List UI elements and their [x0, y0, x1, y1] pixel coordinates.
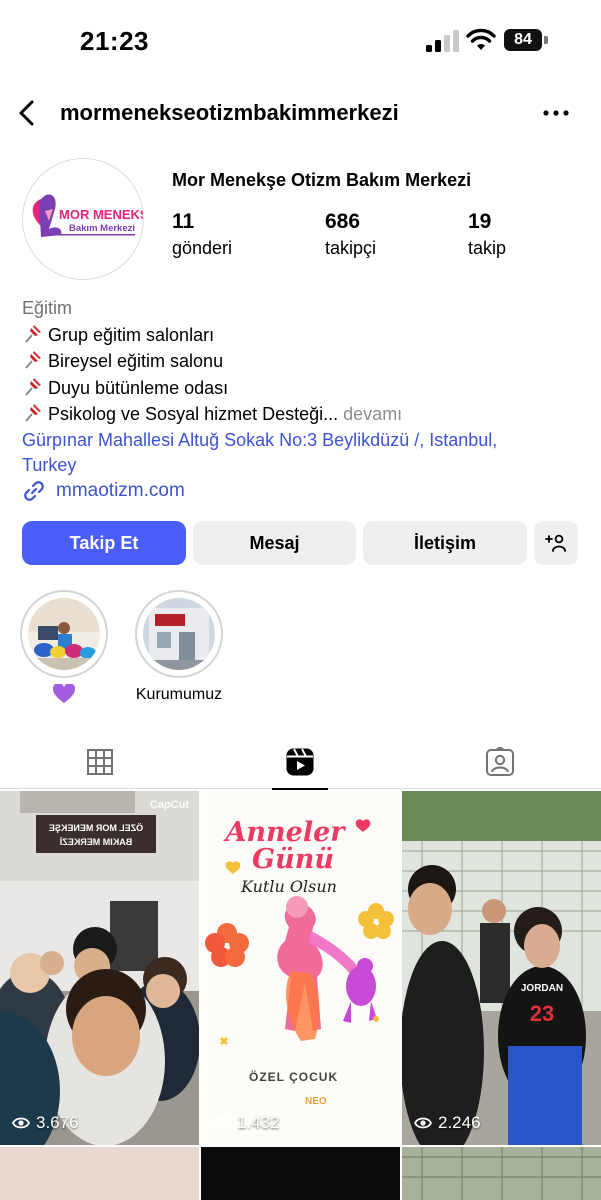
logo-subtitle: Bakım Merkezi: [69, 223, 135, 234]
posts-count: 11: [172, 210, 195, 233]
website-text: mmaotizm.com: [56, 480, 185, 501]
header-username: mormenekseotizmbakimmerkezi: [60, 100, 399, 125]
svg-text:BAKIM MERKEZİ: BAKIM MERKEZİ: [60, 837, 133, 847]
followers-count: 686: [325, 210, 361, 233]
pushpin-icon: [25, 404, 41, 422]
status-bar: 21:23 84: [0, 0, 601, 80]
follow-button[interactable]: Takip Et: [22, 521, 186, 565]
stat-followers[interactable]: 686 takipçi: [325, 210, 376, 259]
svg-text:23: 23: [530, 1001, 554, 1026]
tab-tagged[interactable]: [400, 735, 600, 789]
reel-view-count: 1.432: [213, 1113, 280, 1133]
reel-photo: ÖZEL MOR MENEKŞE BAKIM MERKEZİ: [0, 791, 199, 1145]
svg-text:NEO: NEO: [305, 1096, 327, 1107]
battery-icon: 84: [504, 29, 548, 51]
suggest-user-button[interactable]: [534, 521, 578, 565]
profile-full-name: Mor Menekşe Otizm Bakım Merkezi: [172, 170, 472, 190]
reel-view-count: 2.246: [414, 1113, 481, 1133]
add-user-icon: [545, 534, 566, 552]
link-icon: [24, 481, 44, 501]
highlight-photo: [28, 598, 100, 670]
capcut-watermark: CapCut: [149, 799, 189, 811]
battery-level: 84: [504, 29, 542, 51]
address-link-line2[interactable]: Turkey: [22, 453, 582, 479]
highlight-item[interactable]: Kurumumuz: [131, 590, 227, 704]
bio-line: Grup eğitim salonları: [22, 322, 582, 349]
highlight-item[interactable]: [16, 590, 112, 709]
reel-thumbnail[interactable]: Anneler Günü Kutlu Olsun ÖZEL ÇOCUK NEO: [201, 791, 400, 1145]
bio-line: Bireysel eğitim salonu: [22, 348, 582, 375]
highlight-photo: [143, 598, 215, 670]
reel-thumbnail[interactable]: JORDAN 23 2.246: [402, 791, 601, 1145]
tab-grid[interactable]: [0, 735, 200, 789]
svg-text:ÖZEL ÇOCUK: ÖZEL ÇOCUK: [249, 1069, 338, 1084]
profile-bio: Eğitim Grup eğitim salonları Bireysel eğ…: [22, 296, 582, 479]
reel-photo: [402, 1147, 601, 1200]
pushpin-icon: [25, 324, 41, 343]
contact-button[interactable]: İletişim: [363, 521, 527, 565]
reels-icon: [286, 748, 314, 776]
views-play-icon: [12, 1117, 30, 1129]
followers-label: takipçi: [325, 238, 377, 258]
svg-text:Günü: Günü: [252, 844, 334, 875]
bio-more-link[interactable]: devamı: [343, 404, 402, 424]
stat-posts[interactable]: 11 gönderi: [172, 210, 232, 259]
purple-heart-icon: [53, 684, 75, 703]
tagged-icon: [486, 747, 514, 776]
reel-thumbnail[interactable]: [201, 1147, 400, 1200]
grid-icon: [87, 749, 113, 775]
pushpin-icon: [25, 351, 41, 369]
reel-thumbnail[interactable]: [0, 1147, 199, 1200]
views-play-icon: [213, 1117, 231, 1129]
message-button[interactable]: Mesaj: [193, 521, 356, 565]
posts-label: gönderi: [172, 238, 233, 258]
bio-line: Psikolog ve Sosyal hizmet Desteği... dev…: [22, 401, 582, 428]
reel-photo: JORDAN 23: [402, 791, 601, 1145]
reel-photo: Anneler Günü Kutlu Olsun ÖZEL ÇOCUK NEO: [201, 791, 400, 1145]
cellular-signal-icon: [426, 30, 459, 52]
highlight-cover: [135, 590, 223, 678]
highlight-label: Kurumumuz: [135, 686, 223, 703]
wifi-icon: [466, 28, 496, 50]
status-time: 21:23: [80, 26, 149, 56]
profile-avatar[interactable]: MOR MENEKŞE Bakım Merkezi: [22, 158, 144, 280]
tab-reels[interactable]: [200, 735, 400, 790]
reel-view-count: 3.676: [12, 1113, 79, 1133]
svg-text:JORDAN: JORDAN: [521, 983, 563, 994]
profile-category: Eğitim: [22, 298, 73, 318]
profile-header: mormenekseotizmbakimmerkezi: [0, 90, 601, 136]
bio-line: Duyu bütünleme odası: [22, 375, 582, 402]
following-count: 19: [468, 210, 492, 233]
pushpin-icon: [25, 377, 41, 396]
back-arrow-icon[interactable]: [14, 98, 42, 128]
stat-following[interactable]: 19 takip: [468, 210, 506, 259]
views-play-icon: [414, 1117, 432, 1129]
profile-tabs: [0, 735, 601, 790]
logo-title: MOR MENEKŞE: [59, 207, 144, 222]
reel-thumbnail[interactable]: [402, 1147, 601, 1200]
svg-text:ÖZEL MOR MENEKŞE: ÖZEL MOR MENEKŞE: [49, 823, 143, 833]
following-label: takip: [468, 238, 507, 258]
website-link[interactable]: mmaotizm.com: [22, 478, 185, 504]
svg-text:Kutlu Olsun: Kutlu Olsun: [240, 877, 337, 896]
address-link-line1[interactable]: Gürpınar Mahallesi Altuğ Sokak No:3 Beyl…: [22, 428, 582, 454]
logo-icon: MOR MENEKŞE Bakım Merkezi: [32, 194, 144, 237]
highlight-cover: [20, 590, 108, 678]
reel-thumbnail[interactable]: ÖZEL MOR MENEKŞE BAKIM MERKEZİ CapCut 3.…: [0, 791, 199, 1145]
more-options-icon[interactable]: [540, 100, 572, 126]
